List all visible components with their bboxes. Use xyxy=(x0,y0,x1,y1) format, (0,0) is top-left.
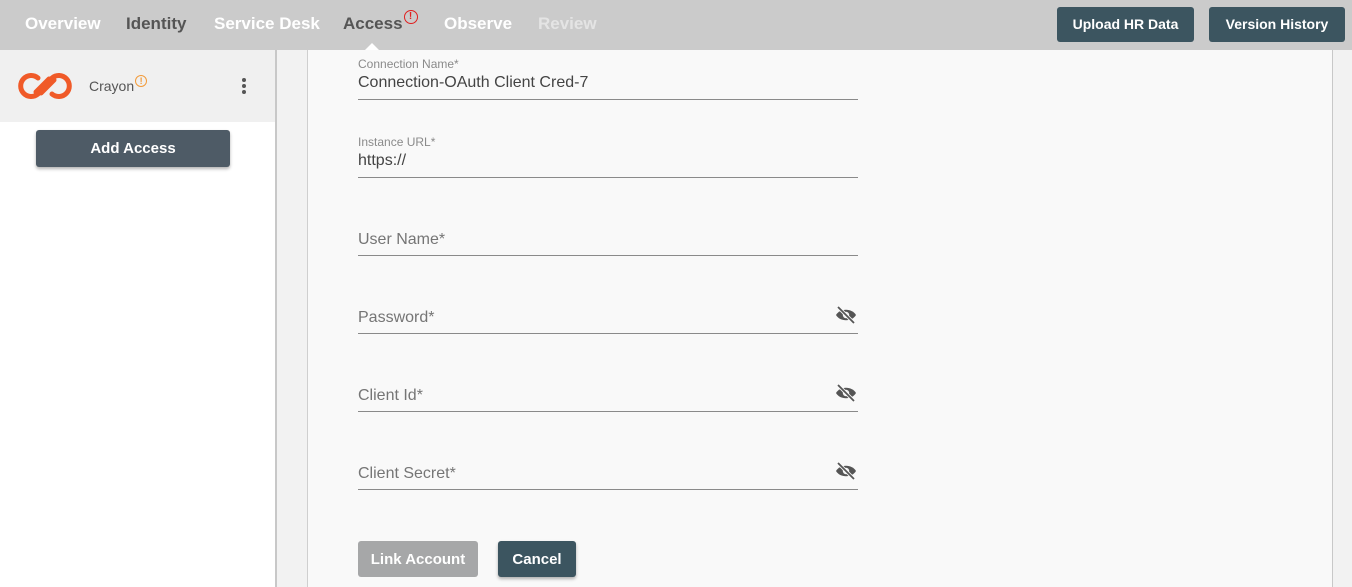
connection-name-field[interactable]: Connection Name* xyxy=(358,57,858,100)
field-underline xyxy=(358,177,858,178)
nav-tab-label: Overview xyxy=(25,14,101,33)
warning-icon: ! xyxy=(135,75,148,87)
nav-tab-observe[interactable]: Observe xyxy=(444,14,512,34)
nav-tab-label: Observe xyxy=(444,14,513,33)
client-id-field[interactable]: Client Id* xyxy=(358,376,858,412)
nav-tab-label: Review xyxy=(538,14,597,33)
field-underline xyxy=(358,489,858,490)
client-secret-placeholder: Client Secret* xyxy=(358,465,456,482)
nav-tab-label: Identity xyxy=(126,14,187,33)
more-options-icon[interactable] xyxy=(238,78,250,96)
connection-name-label: Connection Name* xyxy=(358,57,459,71)
eye-off-icon[interactable] xyxy=(834,306,858,324)
cancel-button[interactable]: Cancel xyxy=(498,541,576,577)
nav-tab-label: Access xyxy=(343,14,403,33)
nav-tab-service-desk[interactable]: Service Desk xyxy=(214,14,320,34)
gutter xyxy=(277,50,307,587)
nav-tab-label: Service Desk xyxy=(214,14,320,33)
instance-url-field[interactable]: Instance URL* xyxy=(358,135,858,178)
upload-hr-data-button[interactable]: Upload HR Data xyxy=(1057,7,1194,42)
crayon-logo-icon xyxy=(18,73,72,99)
alert-icon: ! xyxy=(403,10,418,24)
client-secret-field[interactable]: Client Secret* xyxy=(358,454,858,490)
sidebar-app-item-crayon[interactable]: Crayon! xyxy=(0,50,275,122)
instance-url-label: Instance URL* xyxy=(358,135,436,149)
connection-name-input[interactable] xyxy=(358,74,828,92)
connection-form: Connection Name* Instance URL* User Name… xyxy=(308,50,1332,587)
field-underline xyxy=(358,411,858,412)
eye-off-icon[interactable] xyxy=(834,384,858,402)
right-gutter xyxy=(1333,50,1352,587)
password-field[interactable]: Password* xyxy=(358,298,858,334)
field-underline xyxy=(358,333,858,334)
eye-off-icon[interactable] xyxy=(834,462,858,480)
user-name-placeholder: User Name* xyxy=(358,231,446,248)
link-account-button[interactable]: Link Account xyxy=(358,541,478,577)
nav-tab-overview[interactable]: Overview xyxy=(25,14,101,34)
app-name-label: Crayon xyxy=(89,78,135,94)
top-nav-bar: Overview Identity Service Desk Access! O… xyxy=(0,0,1352,50)
password-placeholder: Password* xyxy=(358,309,435,326)
field-underline xyxy=(358,99,858,100)
nav-tab-review[interactable]: Review xyxy=(538,14,597,34)
active-tab-indicator xyxy=(365,43,379,50)
app-name: Crayon! xyxy=(89,75,148,94)
version-history-button[interactable]: Version History xyxy=(1209,7,1345,42)
user-name-field[interactable]: User Name* xyxy=(358,220,858,256)
instance-url-input[interactable] xyxy=(358,152,828,170)
field-underline xyxy=(358,255,858,256)
client-id-placeholder: Client Id* xyxy=(358,387,423,404)
nav-tab-identity[interactable]: Identity xyxy=(126,14,186,34)
sidebar: Crayon! Add Access xyxy=(0,50,275,587)
add-access-button[interactable]: Add Access xyxy=(36,130,230,167)
nav-tab-access[interactable]: Access! xyxy=(343,10,418,34)
